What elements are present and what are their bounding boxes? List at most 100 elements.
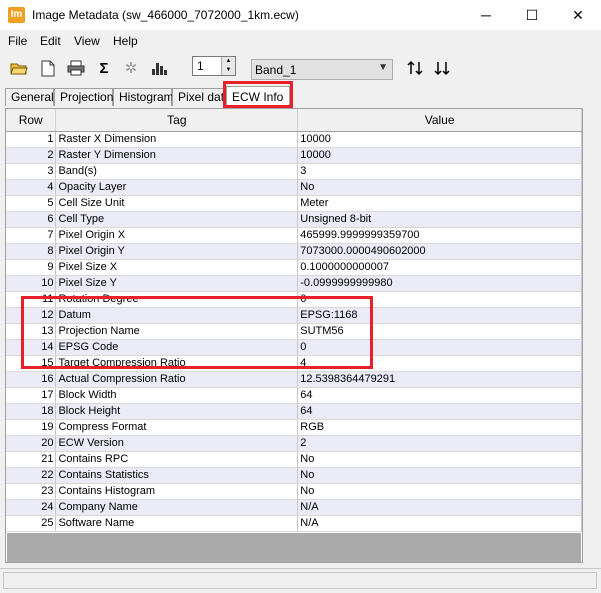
value-cell[interactable]: No: [297, 467, 582, 484]
sort-descending-icon[interactable]: [433, 58, 453, 78]
value-cell[interactable]: N/A: [297, 515, 582, 532]
page-spinner[interactable]: 1 ▲ ▼: [192, 56, 236, 76]
row-number-cell[interactable]: 10: [6, 275, 57, 292]
row-number-cell[interactable]: 7: [6, 227, 57, 244]
value-cell[interactable]: 10000: [297, 131, 582, 148]
spin-up-icon[interactable]: ▲: [222, 57, 235, 66]
table-row[interactable]: 2 Raster Y Dimension 10000: [6, 147, 582, 164]
spin-down-icon[interactable]: ▼: [222, 66, 235, 75]
menu-file[interactable]: File: [8, 34, 27, 48]
chevron-down-icon[interactable]: ▼: [378, 62, 388, 73]
value-cell[interactable]: 64: [297, 387, 582, 404]
minimize-button[interactable]: ─: [463, 0, 509, 30]
value-cell[interactable]: No: [297, 179, 582, 196]
table-row[interactable]: 9 Pixel Size X 0.1000000000007: [6, 259, 582, 276]
row-number-cell[interactable]: 17: [6, 387, 57, 404]
row-number-cell[interactable]: 6: [6, 211, 57, 228]
tag-cell[interactable]: Pixel Size Y: [55, 275, 299, 292]
value-cell[interactable]: 2: [297, 435, 582, 452]
value-cell[interactable]: 3: [297, 163, 582, 180]
table-row[interactable]: 3 Band(s) 3: [6, 163, 582, 180]
value-cell[interactable]: 64: [297, 403, 582, 420]
tag-cell[interactable]: Raster Y Dimension: [55, 147, 299, 164]
tag-cell[interactable]: Raster X Dimension: [55, 131, 299, 148]
histogram-icon[interactable]: [149, 58, 169, 78]
table-row[interactable]: 19 Compress Format RGB: [6, 419, 582, 436]
spinner-buttons[interactable]: ▲ ▼: [221, 57, 235, 75]
table-row[interactable]: 6 Cell Type Unsigned 8-bit: [6, 211, 582, 228]
menu-edit[interactable]: Edit: [40, 34, 61, 48]
table-row[interactable]: 16 Actual Compression Ratio 12.53983644792…: [6, 371, 582, 388]
row-number-cell[interactable]: 16: [6, 371, 57, 388]
print-icon[interactable]: [66, 58, 86, 78]
table-row[interactable]: 17 Block Width 64: [6, 387, 582, 404]
tag-cell[interactable]: Contains Histogram: [55, 483, 299, 500]
tag-cell[interactable]: ECW Version: [55, 435, 299, 452]
value-cell[interactable]: No: [297, 451, 582, 468]
row-number-cell[interactable]: 3: [6, 163, 57, 180]
menu-help[interactable]: Help: [113, 34, 138, 48]
band-select[interactable]: Band_1 ▼: [251, 59, 393, 80]
tag-cell[interactable]: Cell Type: [55, 211, 299, 228]
row-number-cell[interactable]: 2: [6, 147, 57, 164]
table-row[interactable]: 18 Block Height 64: [6, 403, 582, 420]
tag-cell[interactable]: Contains RPC: [55, 451, 299, 468]
close-button[interactable]: ✕: [555, 0, 601, 30]
row-number-cell[interactable]: 20: [6, 435, 57, 452]
table-row[interactable]: 24 Company Name N/A: [6, 499, 582, 516]
tag-cell[interactable]: Software Name: [55, 515, 299, 532]
row-number-cell[interactable]: 4: [6, 179, 57, 196]
table-row[interactable]: 8 Pixel Origin Y 7073000.0000490602000: [6, 243, 582, 260]
tag-cell[interactable]: Contains Statistics: [55, 467, 299, 484]
row-number-cell[interactable]: 21: [6, 451, 57, 468]
row-number-cell[interactable]: 24: [6, 499, 57, 516]
tag-cell[interactable]: Actual Compression Ratio: [55, 371, 299, 388]
value-cell[interactable]: 7073000.0000490602000: [297, 243, 582, 260]
settings-gear-icon[interactable]: ✲: [121, 58, 141, 78]
tag-cell[interactable]: Band(s): [55, 163, 299, 180]
table-row[interactable]: 22 Contains Statistics No: [6, 467, 582, 484]
tag-cell[interactable]: Opacity Layer: [55, 179, 299, 196]
tag-cell[interactable]: Pixel Origin X: [55, 227, 299, 244]
table-row[interactable]: 25 Software Name N/A: [6, 515, 582, 532]
tab-projection[interactable]: Projection: [54, 88, 113, 106]
tab-pixel-data[interactable]: Pixel data: [172, 88, 231, 106]
value-cell[interactable]: N/A: [297, 499, 582, 516]
tag-cell[interactable]: Company Name: [55, 499, 299, 516]
value-cell[interactable]: -0.0999999999980: [297, 275, 582, 292]
open-folder-icon[interactable]: [9, 58, 29, 78]
table-row[interactable]: 5 Cell Size Unit Meter: [6, 195, 582, 212]
value-cell[interactable]: 465999.9999999359700: [297, 227, 582, 244]
table-row[interactable]: 10 Pixel Size Y -0.0999999999980: [6, 275, 582, 292]
row-number-cell[interactable]: 18: [6, 403, 57, 420]
menu-view[interactable]: View: [74, 34, 100, 48]
row-number-cell[interactable]: 25: [6, 515, 57, 532]
sort-ascending-icon[interactable]: [406, 58, 426, 78]
tag-cell[interactable]: Block Height: [55, 403, 299, 420]
value-cell[interactable]: Unsigned 8-bit: [297, 211, 582, 228]
value-cell[interactable]: 10000: [297, 147, 582, 164]
table-row[interactable]: 21 Contains RPC No: [6, 451, 582, 468]
tag-cell[interactable]: Pixel Origin Y: [55, 243, 299, 260]
row-number-cell[interactable]: 19: [6, 419, 57, 436]
row-number-cell[interactable]: 8: [6, 243, 57, 260]
table-row[interactable]: 7 Pixel Origin X 465999.9999999359700: [6, 227, 582, 244]
value-cell[interactable]: 0.1000000000007: [297, 259, 582, 276]
tag-cell[interactable]: Pixel Size X: [55, 259, 299, 276]
maximize-button[interactable]: ☐: [509, 0, 555, 30]
tag-cell[interactable]: Cell Size Unit: [55, 195, 299, 212]
row-number-cell[interactable]: 23: [6, 483, 57, 500]
sum-sigma-icon[interactable]: Σ: [94, 58, 114, 78]
table-row[interactable]: 23 Contains Histogram No: [6, 483, 582, 500]
value-cell[interactable]: 12.5398364479291: [297, 371, 582, 388]
row-number-cell[interactable]: 22: [6, 467, 57, 484]
col-header-tag[interactable]: Tag: [55, 109, 299, 132]
tab-general[interactable]: General: [5, 88, 54, 106]
new-document-icon[interactable]: [38, 58, 58, 78]
value-cell[interactable]: RGB: [297, 419, 582, 436]
page-spinner-value[interactable]: 1: [197, 59, 204, 73]
table-row[interactable]: 1 Raster X Dimension 10000: [6, 131, 582, 148]
table-row[interactable]: 20 ECW Version 2: [6, 435, 582, 452]
row-number-cell[interactable]: 1: [6, 131, 57, 148]
table-row[interactable]: 4 Opacity Layer No: [6, 179, 582, 196]
